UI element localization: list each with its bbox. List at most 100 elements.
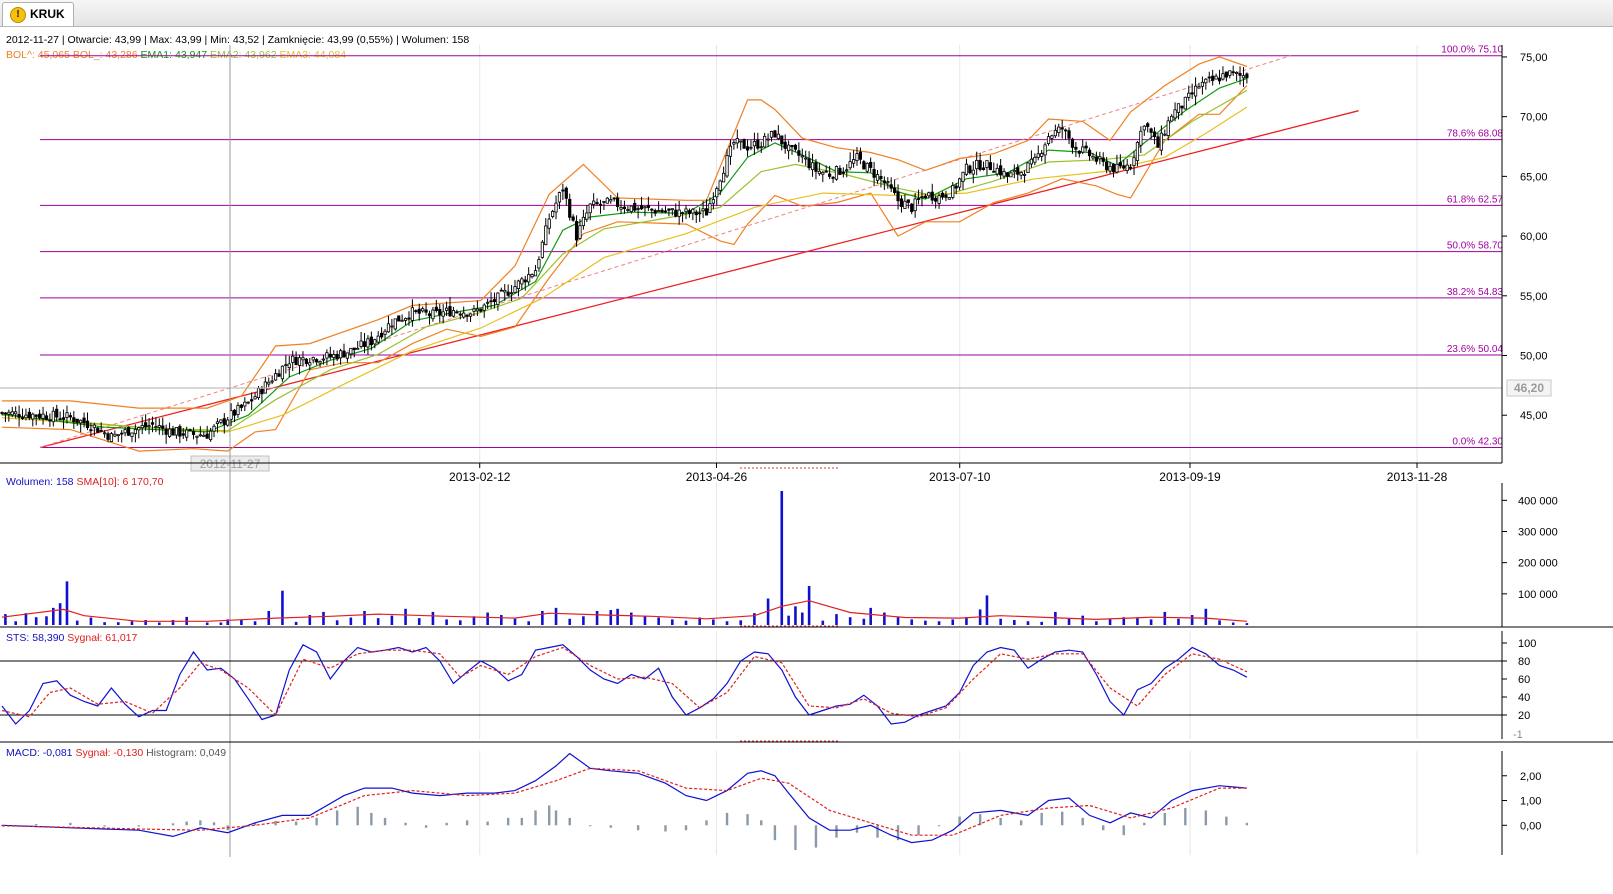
candle-body: [1012, 169, 1016, 173]
candle-body: [875, 174, 880, 181]
candle-body: [236, 405, 240, 415]
price-candle: [537, 256, 541, 272]
price-candle: [1074, 141, 1078, 157]
candle-body: [1238, 72, 1242, 76]
candle-body: [886, 181, 890, 184]
price-candle: [380, 327, 384, 340]
price-candle: [1012, 164, 1016, 179]
price-candle: [44, 411, 49, 421]
candle-body: [1190, 92, 1194, 95]
price-candle: [807, 151, 811, 171]
price-candle: [780, 135, 784, 151]
price-candle: [715, 186, 719, 206]
candle-body: [889, 184, 893, 189]
date-axis: 2013-02-12 2013-04-26 2013-07-10 2013-09-19…: [449, 463, 1448, 484]
price-candle: [1098, 151, 1102, 165]
candle-body: [841, 171, 845, 174]
price-candle: [270, 375, 274, 385]
price-candle: [1043, 142, 1047, 164]
price-candle: [971, 161, 975, 184]
price-candle: [1156, 133, 1160, 148]
macd-histogram-bar: [404, 822, 407, 826]
price-candle: [263, 376, 267, 394]
volume-bar: [1108, 619, 1112, 625]
candle-body: [896, 191, 900, 202]
volume-bar: [582, 616, 585, 625]
legend-ema2: EMA2: 43,962: [210, 49, 277, 61]
candle-body: [472, 308, 476, 312]
candle-body: [496, 292, 500, 306]
candle-body: [978, 160, 982, 170]
candle-body: [745, 146, 750, 151]
candle-body: [417, 308, 421, 314]
candle-body: [393, 318, 397, 330]
volume-bar: [643, 615, 647, 625]
price-candle: [735, 129, 739, 149]
current-price-marker: 46,20: [0, 379, 1552, 397]
candle-body: [722, 172, 726, 183]
candle-body: [657, 210, 661, 212]
price-candle: [886, 177, 890, 189]
candle-body: [1009, 172, 1013, 178]
candle-body: [1122, 165, 1126, 169]
price-candle: [875, 170, 880, 184]
current-price-label: 46,20: [1514, 381, 1544, 395]
price-candle: [1211, 69, 1215, 86]
candle-body: [1139, 130, 1143, 146]
candle-body: [971, 169, 975, 175]
candle-body: [633, 202, 637, 211]
macd-histogram-bar: [746, 814, 749, 826]
price-candle: [663, 206, 668, 214]
volume-bar: [445, 619, 448, 625]
candle-body: [653, 210, 657, 214]
candle-body: [780, 135, 784, 145]
volume-bar: [807, 586, 811, 625]
price-candle: [421, 306, 425, 313]
candle-body: [783, 141, 787, 149]
macd-histogram-bar: [568, 817, 571, 826]
volume-axis-label: 100 000: [1518, 589, 1558, 601]
candle-body: [619, 207, 623, 210]
price-candle: [1142, 125, 1146, 136]
sts-signal-line: [1, 646, 1248, 718]
price-axis-label: 75,00: [1520, 52, 1548, 64]
price-candle: [937, 193, 941, 209]
candle-body: [1002, 171, 1006, 177]
candle-body: [598, 203, 603, 206]
price-candle: [934, 195, 938, 209]
candle-body: [403, 317, 408, 321]
candle-body: [61, 417, 66, 420]
price-candle: [431, 307, 435, 322]
candle-body: [797, 150, 801, 156]
tab-bar: ! KRUK: [0, 0, 1613, 27]
volume-bar: [869, 607, 872, 625]
candle-body: [1224, 71, 1228, 78]
candle-body: [68, 415, 72, 418]
candle-body: [1016, 167, 1020, 175]
candle-body: [999, 165, 1003, 176]
tab-kruk[interactable]: ! KRUK: [2, 2, 74, 26]
macd-histogram-bar: [294, 821, 298, 826]
candle-body: [34, 414, 38, 417]
candle-body: [315, 359, 319, 363]
volume-bar: [924, 620, 927, 625]
macd-histogram-bar: [171, 823, 175, 826]
price-candle: [277, 369, 281, 377]
price-candle: [1152, 127, 1157, 145]
chart-canvas[interactable]: 2012-11-27 | Otwarcie: 43,99 | Max: 43,9…: [0, 27, 1613, 894]
macd-histogram-bar: [937, 825, 941, 827]
candle-body: [1228, 70, 1232, 76]
candle-body: [444, 307, 449, 311]
candle-body: [1033, 156, 1037, 163]
candle-body: [718, 180, 722, 191]
price-candle: [783, 134, 787, 154]
price-candle: [800, 148, 804, 164]
candle-body: [147, 425, 151, 428]
price-candle: [544, 218, 548, 246]
candle-body: [421, 308, 425, 312]
candle-body: [75, 418, 79, 423]
volume-bar: [1013, 620, 1016, 625]
price-candle: [732, 140, 736, 150]
macd-histogram-bar: [137, 825, 140, 827]
candle-body: [482, 304, 486, 311]
